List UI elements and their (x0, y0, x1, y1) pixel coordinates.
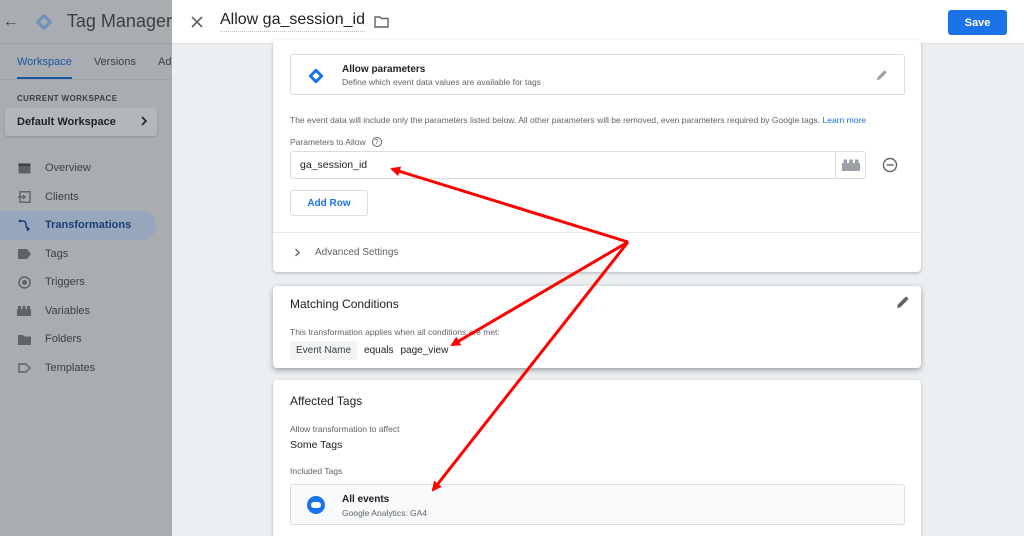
sidebar-item-clients[interactable]: Clients (0, 183, 172, 212)
sidebar-nav: Overview Clients Transformations Tags Tr… (0, 154, 172, 382)
sidebar-item-label: Variables (45, 304, 91, 317)
transformations-icon (17, 218, 31, 232)
folder-icon (17, 332, 31, 346)
scope-value: Some Tags (290, 439, 343, 451)
advanced-settings-label: Advanced Settings (315, 247, 399, 258)
tag-name: All events (342, 494, 390, 505)
sidebar-item-label: Folders (45, 333, 82, 346)
transformation-type-title: Allow parameters (342, 64, 426, 75)
sidebar-header: ← Tag Manager (0, 0, 172, 44)
condition-field: Event Name (290, 341, 358, 360)
workspace-name: Default Workspace (17, 116, 116, 128)
tab-versions[interactable]: Versions (94, 56, 136, 79)
allow-parameters-description: The event data will include only the par… (290, 115, 866, 125)
sidebar-item-triggers[interactable]: Triggers (0, 268, 172, 297)
learn-more-link[interactable]: Learn more (823, 115, 866, 125)
condition-value: page_view (400, 345, 449, 356)
chevron-right-icon (294, 248, 301, 257)
affected-tags-card: Affected Tags Allow transformation to af… (273, 380, 921, 536)
current-workspace-label: CURRENT WORKSPACE (17, 94, 118, 103)
sidebar-item-tags[interactable]: Tags (0, 240, 172, 269)
remove-row-icon[interactable] (881, 156, 899, 174)
sidebar-tabs: Workspace Versions Ad (0, 44, 172, 80)
matching-conditions-description: This transformation applies when all con… (290, 327, 500, 337)
back-arrow-icon[interactable]: ← (0, 13, 21, 31)
tab-admin[interactable]: Ad (158, 56, 171, 79)
sidebar-item-transformations[interactable]: Transformations (0, 211, 156, 240)
sidebar-item-overview[interactable]: Overview (0, 154, 172, 183)
sidebar-item-label: Triggers (45, 276, 85, 289)
sidebar-item-label: Overview (45, 162, 91, 175)
scope-label: Allow transformation to affect (290, 424, 400, 434)
pencil-icon[interactable] (875, 68, 889, 87)
included-tags-label: Included Tags (290, 466, 343, 476)
condition-operator: equals (364, 345, 394, 356)
tag-type: Google Analytics: GA4 (342, 508, 428, 518)
close-icon[interactable] (188, 13, 206, 31)
sidebar-item-label: Transformations (45, 219, 132, 232)
variable-picker-icon[interactable] (835, 151, 866, 179)
transformation-type-selector[interactable]: Allow parameters Define which event data… (290, 54, 905, 95)
transformation-name-input[interactable]: Allow ga_session_id (220, 11, 365, 32)
tag-icon (17, 247, 31, 261)
condition-row: Event Name equals page_view (290, 341, 448, 360)
workspace-selector[interactable]: Default Workspace (5, 108, 157, 136)
product-name: Tag Manager (66, 11, 172, 31)
affected-tags-title: Affected Tags (290, 394, 363, 408)
transformation-editor-panel: Allow ga_session_id Save Allow parameter… (172, 0, 1024, 536)
advanced-settings-toggle[interactable]: Advanced Settings (273, 232, 921, 272)
parameter-input[interactable] (290, 151, 836, 179)
folder-icon[interactable] (374, 15, 389, 28)
sidebar-item-label: Clients (45, 190, 79, 203)
clients-icon (17, 190, 31, 204)
tag-manager-logo-icon (33, 11, 54, 33)
sidebar-item-label: Tags (45, 247, 69, 260)
sidebar-item-folders[interactable]: Folders (0, 325, 172, 354)
matching-conditions-card[interactable]: Matching Conditions This transformation … (273, 286, 921, 368)
save-button[interactable]: Save (948, 10, 1007, 35)
template-icon (17, 361, 31, 375)
trigger-icon (17, 275, 31, 289)
parameters-to-allow-label: Parameters to Allow ? (290, 137, 382, 147)
add-row-button[interactable]: Add Row (290, 190, 368, 216)
ga4-tag-icon (306, 495, 326, 520)
allow-parameters-icon (307, 67, 325, 90)
transformation-type-subtitle: Define which event data values are avail… (342, 77, 541, 87)
editor-header: Allow ga_session_id Save (172, 0, 1024, 44)
sidebar-item-templates[interactable]: Templates (0, 354, 172, 383)
overview-icon (17, 161, 31, 175)
chevron-right-icon (140, 115, 148, 129)
matching-conditions-title: Matching Conditions (290, 297, 399, 311)
help-icon[interactable]: ? (371, 137, 382, 147)
pencil-icon[interactable] (895, 294, 911, 315)
variables-icon (17, 304, 31, 318)
gtm-sidebar: ← Tag Manager Workspace Versions Ad CURR… (0, 0, 172, 536)
transformation-configuration-card: Allow parameters Define which event data… (273, 40, 921, 272)
sidebar-item-variables[interactable]: Variables (0, 297, 172, 326)
included-tag-item[interactable]: All events Google Analytics: GA4 (290, 484, 905, 525)
sidebar-item-label: Templates (45, 361, 96, 374)
tab-workspace[interactable]: Workspace (17, 56, 72, 79)
